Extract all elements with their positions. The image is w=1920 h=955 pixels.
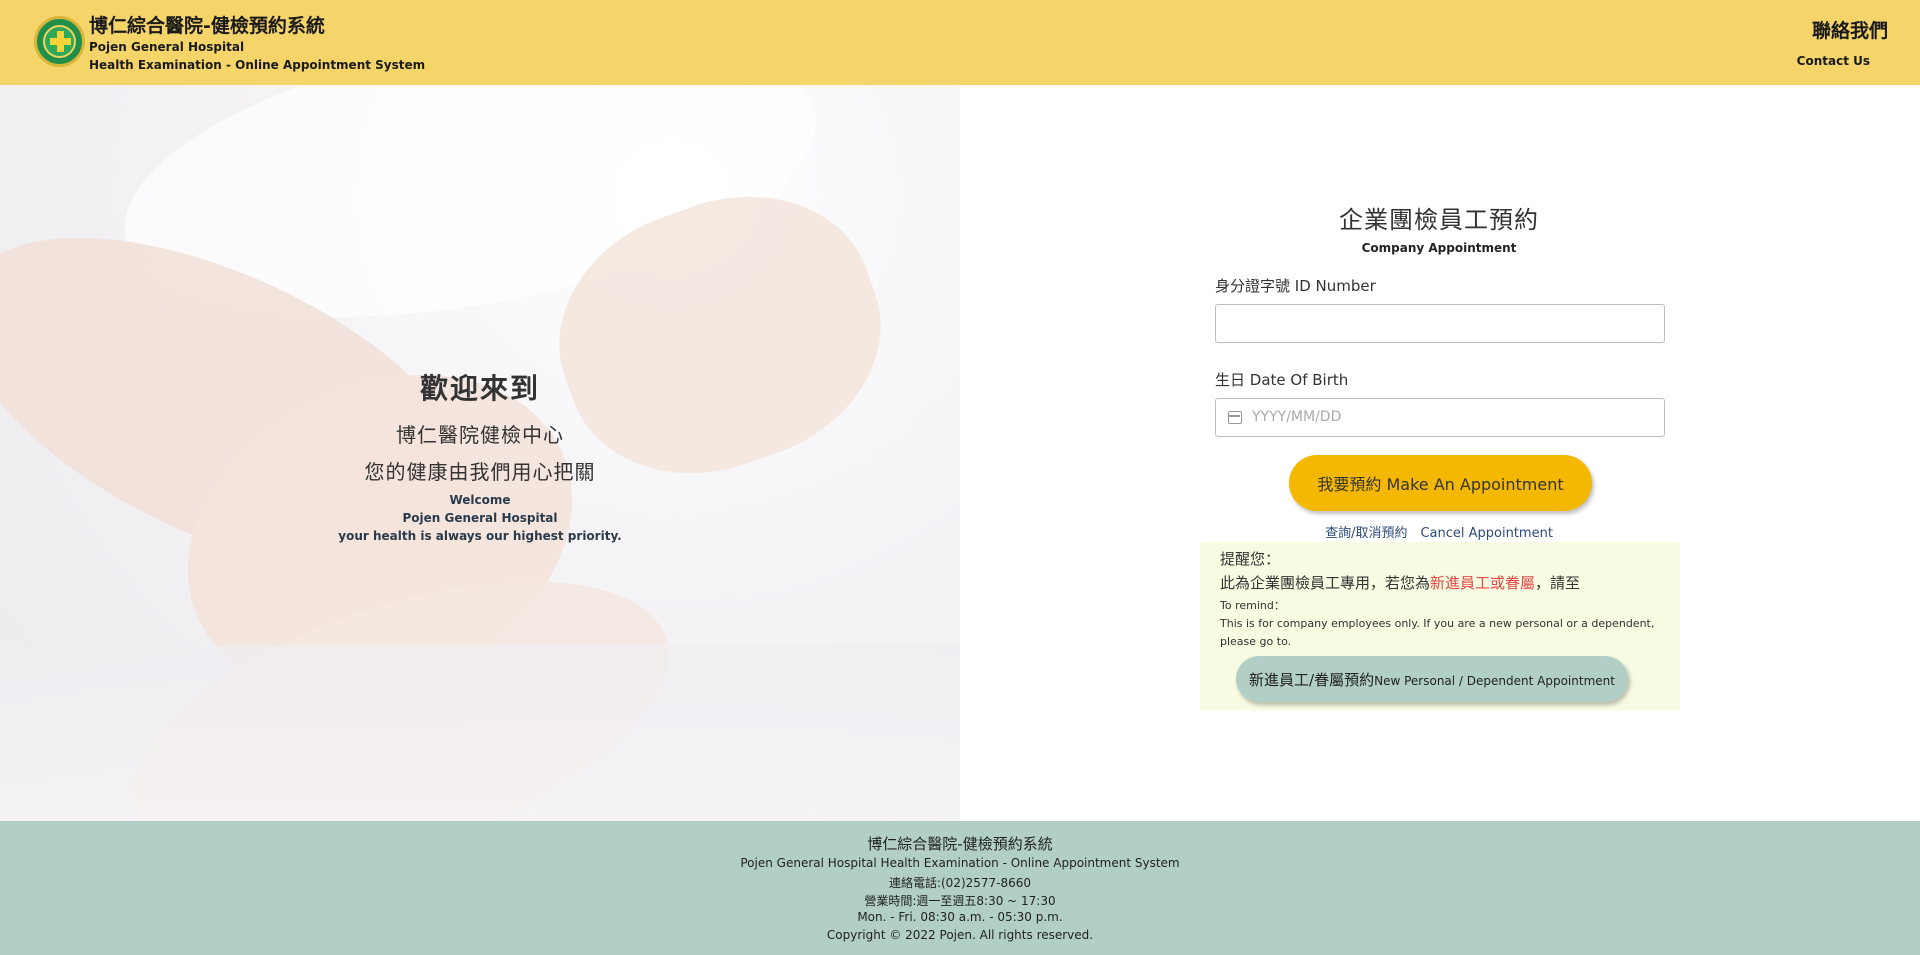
footer-title: 博仁綜合醫院-健檢預約系統 [867, 835, 1053, 853]
form-subtitle: Company Appointment [1361, 241, 1517, 255]
contact-us-link-zh[interactable]: 聯絡我們 [1812, 16, 1888, 43]
make-appointment-button[interactable]: 我要預約 Make An Appointment [1289, 455, 1592, 511]
logo-cross-horizontal [50, 38, 71, 45]
id-number-input[interactable] [1215, 304, 1665, 343]
reminder-prefix: 此為企業團檢員工專用，若您為 [1220, 574, 1431, 592]
top-header: 博仁綜合醫院-健檢預約系統 Pojen General Hospital Hea… [0, 0, 1920, 85]
form-title: 企業團檢員工預約 [1339, 206, 1539, 234]
welcome-text-block: 歡迎來到 博仁醫院健檢中心 您的健康由我們用心把關 Welcome Pojen … [0, 367, 960, 545]
welcome-en-2: Pojen General Hospital [402, 511, 558, 525]
new-personal-appointment-button[interactable]: 新進員工/眷屬預約New Personal / Dependent Appoin… [1236, 656, 1628, 702]
welcome-en-3: your health is always our highest priori… [338, 529, 622, 543]
date-of-birth-label: 生日 Date Of Birth [1215, 371, 1349, 389]
footer-hours-zh: 營業時間:週一至週五8:30 ~ 17:30 [864, 894, 1056, 908]
welcome-line-1: 博仁醫院健檢中心 [396, 423, 564, 447]
reminder-suffix: ，請至 [1535, 574, 1581, 592]
site-footer: 博仁綜合醫院-健檢預約系統 Pojen General Hospital Hea… [0, 821, 1920, 955]
footer-phone: 連絡電話:(02)2577-8660 [888, 876, 1032, 890]
calendar-icon [1228, 411, 1242, 424]
cancel-appointment-link[interactable]: 查詢/取消預約 Cancel Appointment [1214, 522, 1664, 541]
hero-image-panel: 歡迎來到 博仁醫院健檢中心 您的健康由我們用心把關 Welcome Pojen … [0, 85, 960, 821]
brand-title-en-1: Pojen General Hospital [89, 40, 245, 54]
brand-title-zh[interactable]: 博仁綜合醫院-健檢預約系統 [89, 11, 325, 38]
welcome-en-1: Welcome [449, 493, 511, 507]
new-personal-button-label-en: New Personal / Dependent Appointment [1374, 673, 1615, 688]
welcome-line-2: 您的健康由我們用心把關 [364, 460, 596, 484]
brand-title-en-2: Health Examination - Online Appointment … [89, 58, 426, 72]
contact-us-link-en[interactable]: Contact Us [1797, 54, 1870, 68]
footer-copyright: Copyright © 2022 Pojen. All rights reser… [826, 928, 1094, 942]
reminder-message: 此為企業團檢員工專用，若您為新進員工或眷屬，請至 [1220, 572, 1580, 593]
id-number-label: 身分證字號 ID Number [1215, 277, 1376, 295]
footer-system-name: Pojen General Hospital Health Examinatio… [740, 856, 1180, 870]
logo-emblem [43, 25, 76, 58]
hospital-logo[interactable] [34, 16, 85, 67]
reminder-highlight: 新進員工或眷屬 [1430, 574, 1536, 592]
date-of-birth-placeholder: YYYY/MM/DD [1252, 409, 1342, 425]
reminder-box: 提醒您： 此為企業團檢員工專用，若您為新進員工或眷屬，請至 To remind：… [1200, 542, 1680, 710]
reminder-en-body: This is for company employees only. If y… [1220, 617, 1655, 648]
welcome-english: Welcome Pojen General Hospital your heal… [0, 491, 960, 545]
reminder-title: 提醒您： [1220, 550, 1281, 568]
footer-hours-en: Mon. - Fri. 08:30 a.m. - 05:30 p.m. [857, 910, 1063, 924]
reminder-en-title: To remind： [1220, 599, 1285, 612]
new-personal-button-label-zh: 新進員工/眷屬預約 [1249, 670, 1375, 689]
date-of-birth-input[interactable]: YYYY/MM/DD [1215, 398, 1665, 437]
welcome-title: 歡迎來到 [419, 372, 540, 405]
